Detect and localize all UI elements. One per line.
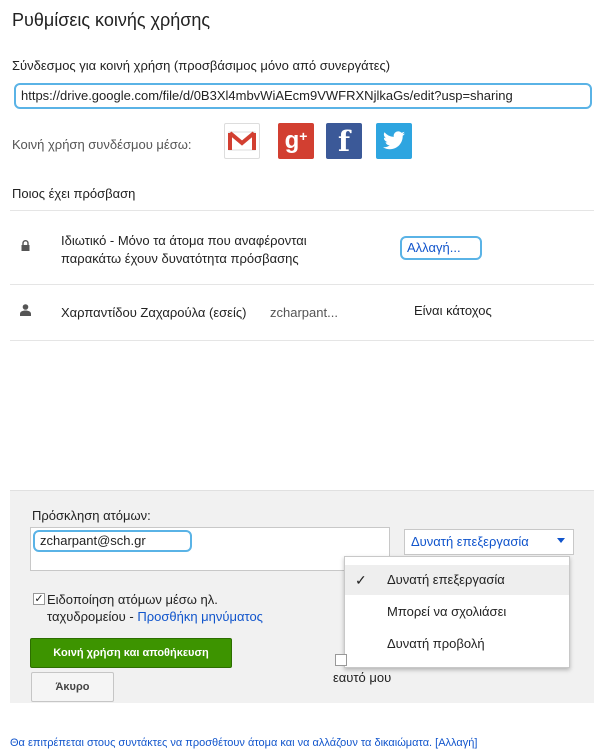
- notify-label-line1: Ειδοποίηση ατόμων μέσω ηλ.: [47, 592, 218, 607]
- permission-dropdown[interactable]: Δυνατή επεξεργασία: [404, 529, 574, 555]
- share-via-label: Κοινή χρήση συνδέσμου μέσω:: [12, 137, 192, 152]
- divider: [10, 340, 594, 341]
- owner-email: zcharpant...: [270, 305, 338, 320]
- person-icon: [20, 303, 31, 321]
- divider: [10, 210, 594, 211]
- share-link-field[interactable]: https://drive.google.com/file/d/0B3Xl4mb…: [14, 83, 592, 109]
- dialog-title: Ρυθμίσεις κοινής χρήσης: [12, 10, 211, 30]
- owner-role: Είναι κάτοχος: [414, 303, 492, 318]
- cancel-button[interactable]: Άκυρο: [31, 672, 114, 702]
- notify-label-line2: ταχυδρομείου -: [47, 609, 138, 624]
- permission-menu: ✓ Δυνατή επεξεργασία Μπορεί να σχολιάσει…: [344, 556, 570, 668]
- add-message-link[interactable]: Προσθήκη μηνύματος: [137, 609, 263, 624]
- menu-item-can-comment[interactable]: Μπορεί να σχολιάσει: [345, 597, 569, 627]
- invite-email-chip[interactable]: zcharpant@sch.gr: [33, 530, 192, 552]
- footer-note[interactable]: Θα επιτρέπεται στους συντάκτες να προσθέ…: [10, 737, 477, 749]
- privacy-description: Ιδιωτικό - Μόνο τα άτομα που αναφέρονται…: [61, 233, 307, 266]
- owner-name: Χαρπαντίδου Ζαχαρούλα (εσείς): [61, 305, 247, 320]
- invite-label: Πρόσκληση ατόμων:: [32, 508, 151, 523]
- gmail-icon[interactable]: [224, 123, 260, 159]
- menu-item-label: Δυνατή προβολή: [387, 636, 485, 651]
- chevron-down-icon[interactable]: [557, 538, 565, 543]
- twitter-icon[interactable]: [376, 123, 412, 159]
- lock-icon: [21, 238, 30, 251]
- notify-label: Ειδοποίηση ατόμων μέσω ηλ. ταχυδρομείου …: [47, 591, 263, 625]
- divider: [10, 284, 594, 285]
- send-copy-checkbox[interactable]: [335, 654, 347, 666]
- facebook-icon[interactable]: f: [326, 123, 362, 159]
- access-section-label: Ποιος έχει πρόσβαση: [12, 186, 136, 201]
- menu-item-label: Μπορεί να σχολιάσει: [387, 604, 507, 619]
- send-copy-label: εαυτό μου: [333, 670, 392, 685]
- check-icon: ✓: [355, 572, 367, 588]
- menu-item-can-view[interactable]: Δυνατή προβολή: [345, 629, 569, 659]
- google-plus-icon[interactable]: g +: [278, 123, 314, 159]
- share-and-save-button[interactable]: Κοινή χρήση και αποθήκευση: [30, 638, 232, 668]
- menu-item-label: Δυνατή επεξεργασία: [387, 572, 505, 587]
- change-access-link[interactable]: Αλλαγή...: [400, 236, 482, 260]
- share-link-label: Σύνδεσμος για κοινή χρήση (προσβάσιμος μ…: [12, 58, 391, 73]
- notify-checkbox[interactable]: ✓: [33, 593, 45, 605]
- menu-item-can-edit[interactable]: ✓ Δυνατή επεξεργασία: [345, 565, 569, 595]
